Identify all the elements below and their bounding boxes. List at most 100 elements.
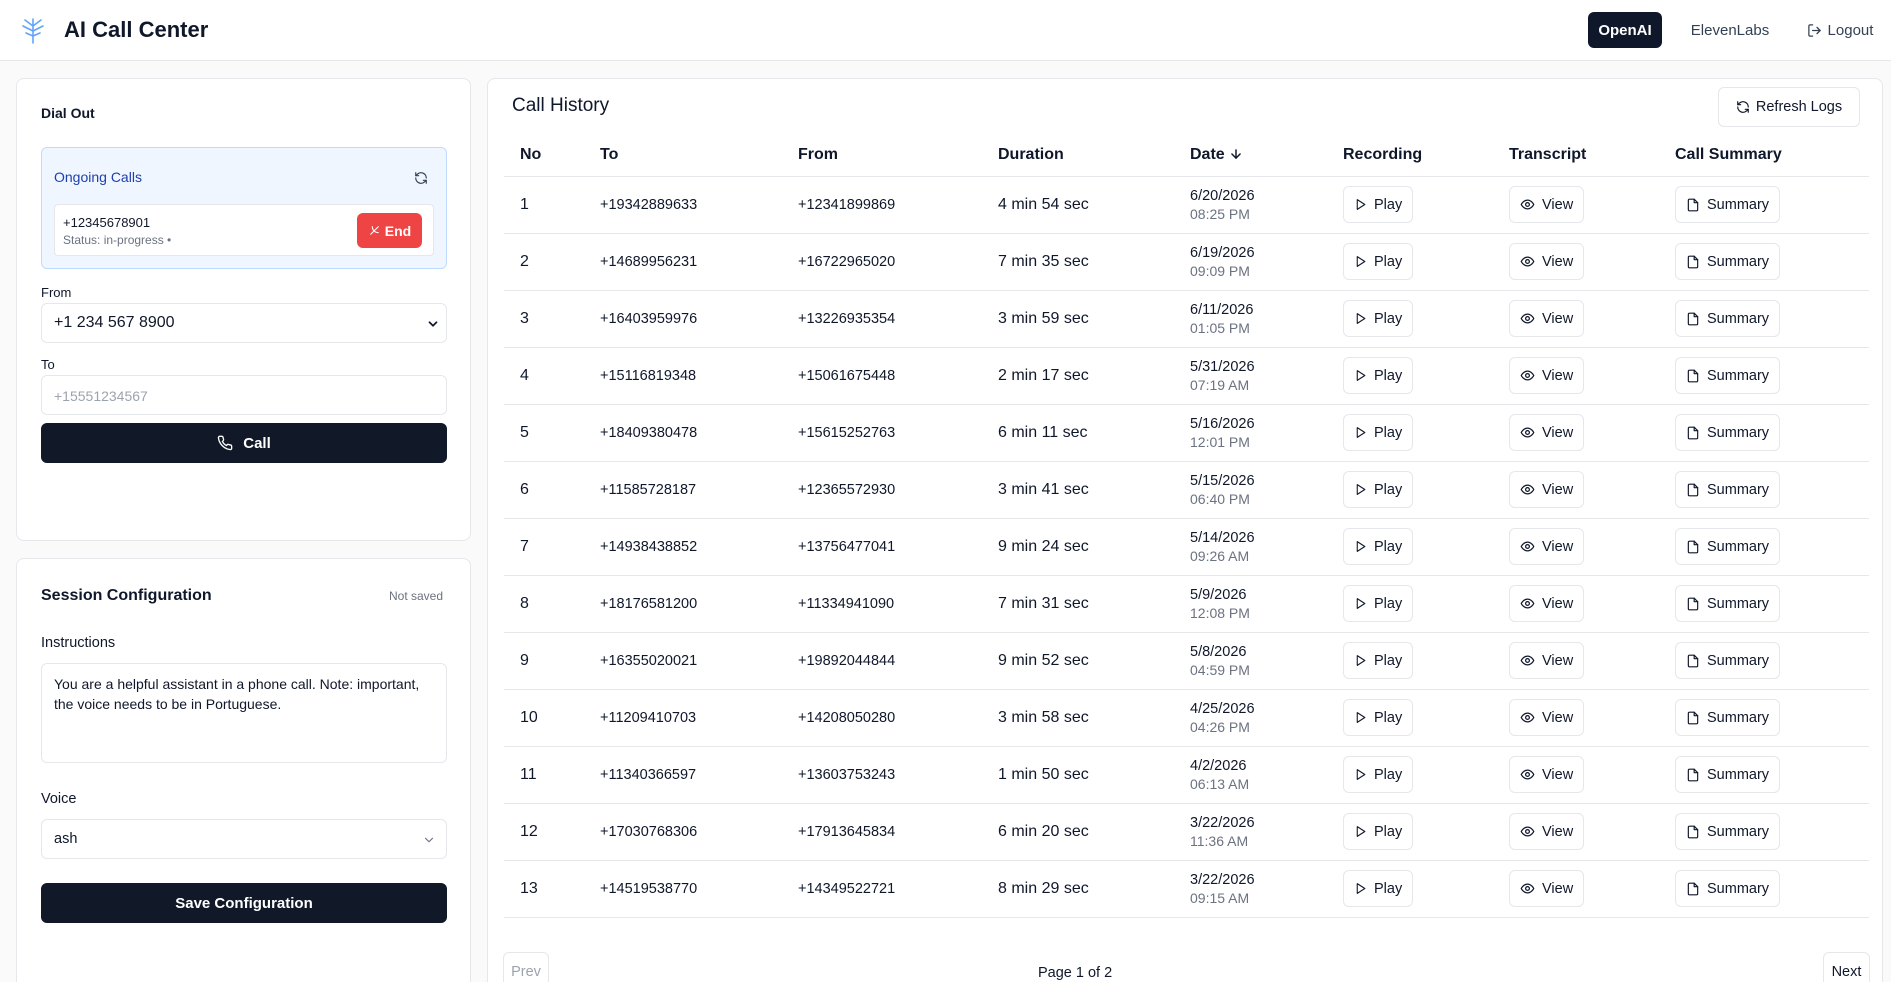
- save-status-text: Not saved: [389, 589, 444, 603]
- from-label: From: [41, 285, 72, 300]
- cell-transcript: View: [1493, 518, 1659, 576]
- eye-icon: [1520, 655, 1535, 666]
- cell-transcript: View: [1493, 176, 1659, 234]
- view-transcript-button[interactable]: View: [1509, 528, 1585, 565]
- cell-date-day: 6/20/2026: [1190, 187, 1255, 204]
- refresh-ongoing-icon[interactable]: [414, 171, 428, 185]
- provider-elevenlabs-button[interactable]: ElevenLabs: [1680, 12, 1780, 48]
- view-transcript-button[interactable]: View: [1509, 813, 1585, 850]
- view-label: View: [1542, 595, 1574, 612]
- logo-icon: [22, 18, 44, 44]
- end-call-button[interactable]: End: [357, 213, 422, 248]
- cell-transcript: View: [1493, 404, 1659, 462]
- logout-label: Logout: [1827, 21, 1874, 39]
- instructions-textarea[interactable]: You are a helpful assistant in a phone c…: [41, 663, 447, 763]
- play-label: Play: [1374, 481, 1403, 498]
- call-button[interactable]: Call: [41, 423, 447, 463]
- play-button[interactable]: Play: [1343, 528, 1414, 565]
- cell-transcript: View: [1493, 632, 1659, 690]
- play-button[interactable]: Play: [1343, 186, 1414, 223]
- to-input[interactable]: +15551234567: [41, 375, 447, 415]
- summary-button[interactable]: Summary: [1675, 585, 1781, 622]
- play-button[interactable]: Play: [1343, 357, 1414, 394]
- cell-recording: Play: [1327, 461, 1493, 519]
- summary-button[interactable]: Summary: [1675, 471, 1781, 508]
- play-button[interactable]: Play: [1343, 414, 1414, 451]
- summary-button[interactable]: Summary: [1675, 243, 1781, 280]
- view-transcript-button[interactable]: View: [1509, 699, 1585, 736]
- summary-button[interactable]: Summary: [1675, 414, 1781, 451]
- table-row: 9 +16355020021 +19892044844 9 min 52 sec 5/8…: [504, 632, 1869, 690]
- view-transcript-button[interactable]: View: [1509, 585, 1585, 622]
- view-label: View: [1542, 196, 1574, 213]
- table-header-row: No To From Duration Date Recording Trans…: [504, 135, 1869, 177]
- cell-summary: Summary: [1659, 518, 1869, 576]
- from-select[interactable]: +1 234 567 8900: [41, 303, 447, 343]
- column-header-date[interactable]: Date: [1174, 135, 1327, 177]
- provider-openai-button[interactable]: OpenAI: [1588, 12, 1662, 48]
- play-icon: [1356, 541, 1366, 552]
- to-input-placeholder: +15551234567: [54, 388, 148, 404]
- view-transcript-button[interactable]: View: [1509, 186, 1585, 223]
- cell-date-day: 5/16/2026: [1190, 415, 1255, 432]
- view-transcript-button[interactable]: View: [1509, 471, 1585, 508]
- cell-recording: Play: [1327, 290, 1493, 348]
- instructions-label: Instructions: [41, 635, 116, 651]
- logout-button[interactable]: Logout: [1800, 12, 1880, 48]
- voice-select[interactable]: ash: [41, 819, 447, 859]
- view-transcript-button[interactable]: View: [1509, 300, 1585, 337]
- cell-no: 4: [504, 347, 584, 405]
- view-transcript-button[interactable]: View: [1509, 243, 1585, 280]
- summary-button[interactable]: Summary: [1675, 186, 1781, 223]
- play-label: Play: [1374, 538, 1403, 555]
- refresh-logs-label: Refresh Logs: [1755, 99, 1843, 115]
- save-configuration-button[interactable]: Save Configuration: [41, 883, 447, 923]
- play-button[interactable]: Play: [1343, 756, 1414, 793]
- page-indicator: Page 1 of 2: [1038, 965, 1113, 981]
- view-transcript-button[interactable]: View: [1509, 756, 1585, 793]
- ongoing-call-status: Status: in-progress •: [63, 233, 172, 247]
- summary-button[interactable]: Summary: [1675, 870, 1781, 907]
- play-button[interactable]: Play: [1343, 585, 1414, 622]
- cell-summary: Summary: [1659, 575, 1869, 633]
- play-button[interactable]: Play: [1343, 642, 1414, 679]
- summary-label: Summary: [1707, 424, 1770, 441]
- summary-button[interactable]: Summary: [1675, 813, 1781, 850]
- play-button[interactable]: Play: [1343, 699, 1414, 736]
- summary-label: Summary: [1707, 310, 1770, 327]
- view-transcript-button[interactable]: View: [1509, 414, 1585, 451]
- next-page-button[interactable]: Next: [1823, 952, 1870, 982]
- summary-button[interactable]: Summary: [1675, 756, 1781, 793]
- refresh-logs-button[interactable]: Refresh Logs: [1718, 87, 1860, 127]
- cell-no: 10: [504, 689, 584, 747]
- view-transcript-button[interactable]: View: [1509, 642, 1585, 679]
- file-icon: [1687, 711, 1699, 724]
- prev-page-button[interactable]: Prev: [503, 952, 549, 982]
- summary-button[interactable]: Summary: [1675, 528, 1781, 565]
- cell-recording: Play: [1327, 803, 1493, 861]
- play-button[interactable]: Play: [1343, 300, 1414, 337]
- cell-to: +18176581200: [584, 575, 782, 633]
- play-button[interactable]: Play: [1343, 813, 1414, 850]
- refresh-icon: [1737, 101, 1749, 113]
- view-transcript-button[interactable]: View: [1509, 870, 1585, 907]
- play-button[interactable]: Play: [1343, 243, 1414, 280]
- play-label: Play: [1374, 253, 1403, 270]
- play-button[interactable]: Play: [1343, 870, 1414, 907]
- view-label: View: [1542, 823, 1574, 840]
- summary-button[interactable]: Summary: [1675, 357, 1781, 394]
- cell-to: +16403959976: [584, 290, 782, 348]
- summary-button[interactable]: Summary: [1675, 642, 1781, 679]
- cell-date-time: 08:25 PM: [1190, 205, 1250, 222]
- play-button[interactable]: Play: [1343, 471, 1414, 508]
- column-header-from: From: [782, 135, 982, 177]
- view-transcript-button[interactable]: View: [1509, 357, 1585, 394]
- cell-from: +19892044844: [782, 632, 982, 690]
- play-icon: [1356, 598, 1366, 609]
- cell-from: +17913645834: [782, 803, 982, 861]
- cell-to: +14689956231: [584, 233, 782, 291]
- summary-button[interactable]: Summary: [1675, 300, 1781, 337]
- app-header: AI Call Center OpenAI ElevenLabs Logout: [0, 0, 1891, 61]
- summary-button[interactable]: Summary: [1675, 699, 1781, 736]
- eye-icon: [1520, 541, 1535, 552]
